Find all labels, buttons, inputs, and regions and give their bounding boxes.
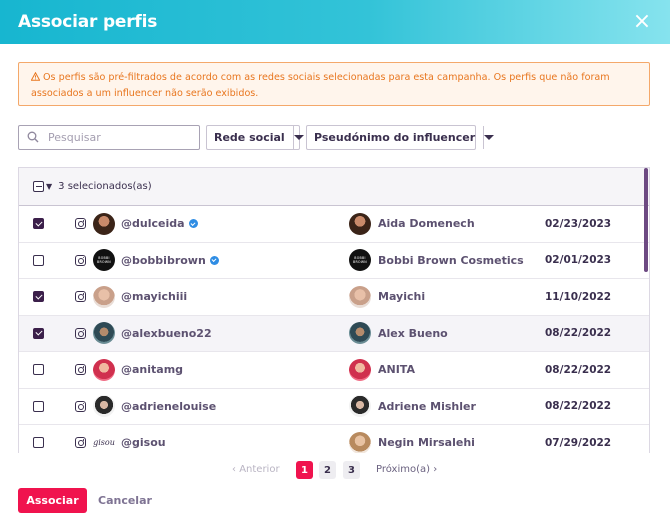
association-date: 11/10/2022 [545, 290, 612, 303]
influencer-avatar [349, 212, 371, 235]
cancel-button[interactable]: Cancelar [98, 494, 152, 507]
table-row[interactable]: @dulceida Aida Domenech 02/23/2023 [19, 206, 649, 243]
table-row[interactable]: gisou @gisou Negin Mirsalehi 07/29/2022 [19, 425, 649, 453]
row-checkbox[interactable] [33, 291, 44, 303]
influencer-avatar [349, 358, 371, 381]
table-body: @dulceida Aida Domenech 02/23/2023 BOBBI BR… [19, 206, 649, 453]
chevron-down-icon [483, 126, 495, 149]
profile-handle: @bobbibrown [121, 254, 219, 267]
profile-handle-text: @bobbibrown [121, 253, 206, 267]
influencer-avatar [349, 322, 371, 345]
verified-badge-icon [209, 255, 219, 265]
next-page-label: Próximo(a) [376, 464, 431, 475]
table-row[interactable]: @adrienelouise Adriene Mishler 08/22/2022 [19, 389, 649, 425]
social-network-dropdown[interactable]: Rede social [206, 125, 304, 150]
next-page-button[interactable]: Próximo(a) › [376, 464, 437, 475]
page-button-2[interactable]: 2 [319, 461, 336, 479]
instagram-icon [75, 218, 86, 230]
scrollbar-thumb[interactable] [644, 168, 648, 272]
social-network-label: Rede social [214, 131, 285, 144]
selected-count: 3 selecionados(as) [58, 181, 152, 192]
association-date: 02/23/2023 [545, 217, 612, 230]
instagram-icon [75, 327, 86, 339]
verified-badge-icon [188, 219, 198, 229]
profiles-table: ▼ 3 selecionados(as) @dulceida Aida Domen… [18, 167, 650, 453]
modal-header: Associar perfis × [0, 0, 670, 44]
page-button-1[interactable]: 1 [296, 461, 313, 479]
association-date: 08/22/2022 [545, 327, 612, 340]
alert-text: Os perfis são pré-filtrados de acordo co… [31, 72, 610, 99]
search-box[interactable] [18, 125, 200, 150]
select-all-toggle[interactable]: ▼ [33, 181, 58, 192]
influencer-name: Negin Mirsalehi [378, 436, 475, 450]
profile-handle: @mayichiii [121, 290, 187, 303]
profile-handle-text: @gisou [121, 436, 166, 450]
influencer-name: ANITA [378, 363, 415, 377]
influencer-avatar [349, 395, 371, 418]
profile-handle-text: @mayichiii [121, 290, 188, 304]
row-checkbox[interactable] [33, 437, 44, 449]
chevron-down-icon [292, 126, 304, 149]
table-header: ▼ 3 selecionados(as) [19, 168, 649, 206]
influencer-avatar [349, 431, 371, 453]
search-icon [27, 128, 39, 147]
table-row[interactable]: @anitamg ANITA 08/22/2022 [19, 352, 649, 389]
influencer-name: Bobbi Brown Cosmetics [378, 253, 524, 267]
profile-handle: @gisou [121, 436, 166, 449]
previous-page-label: Anterior [239, 464, 280, 475]
select-all-checkbox[interactable] [33, 181, 44, 192]
row-checkbox[interactable] [33, 400, 44, 412]
influencer-avatar: BOBBI BROWN [349, 249, 371, 272]
instagram-icon [75, 291, 86, 303]
instagram-icon [75, 437, 86, 449]
warning-alert: Os perfis são pré-filtrados de acordo co… [18, 62, 650, 106]
close-icon[interactable]: × [632, 11, 652, 33]
profile-avatar [93, 395, 115, 418]
influencer-alias-dropdown[interactable]: Pseudónimo do influencer [306, 125, 495, 150]
table-row[interactable]: @mayichiii Mayichi 11/10/2022 [19, 279, 649, 316]
profile-avatar [93, 212, 115, 235]
influencer-name: Aida Domenech [378, 217, 475, 231]
profile-avatar: BOBBI BROWN [93, 249, 115, 272]
profile-avatar [93, 322, 115, 345]
association-date: 02/01/2023 [545, 254, 612, 267]
profile-handle-text: @adrienelouise [121, 399, 217, 413]
association-date: 07/29/2022 [545, 436, 612, 449]
profile-handle-text: @anitamg [121, 363, 184, 377]
profile-handle-text: @dulceida [121, 217, 185, 231]
profile-handle: @anitamg [121, 363, 183, 376]
instagram-icon [75, 400, 86, 412]
chevron-down-icon[interactable]: ▼ [46, 182, 52, 191]
profile-handle: @dulceida [121, 217, 198, 230]
table-row[interactable]: BOBBI BROWN @bobbibrown BOBBI BROWN Bobbi B… [19, 243, 649, 279]
influencer-alias-label: Pseudónimo do influencer [314, 131, 476, 144]
association-date: 08/22/2022 [545, 363, 612, 376]
instagram-icon [75, 254, 86, 266]
row-checkbox[interactable] [33, 254, 44, 266]
influencer-name: Adriene Mishler [378, 399, 476, 413]
modal-title: Associar perfis [18, 12, 158, 32]
influencer-name: Mayichi [378, 290, 426, 304]
profile-avatar [93, 358, 115, 381]
profile-handle-text: @alexbueno22 [121, 326, 212, 340]
pagination: ‹ Anterior 1 2 3 Próximo(a) › [0, 460, 670, 480]
row-checkbox[interactable] [33, 364, 44, 376]
associate-button[interactable]: Associar [18, 488, 87, 513]
instagram-icon [75, 364, 86, 376]
table-row[interactable]: @alexbueno22 Alex Bueno 08/22/2022 [19, 315, 649, 352]
row-checkbox[interactable] [33, 327, 44, 339]
profile-avatar [93, 285, 115, 308]
page-button-3[interactable]: 3 [343, 461, 360, 479]
association-date: 08/22/2022 [545, 400, 612, 413]
search-input[interactable] [48, 131, 188, 144]
influencer-name: Alex Bueno [378, 326, 448, 340]
profile-handle: @alexbueno22 [121, 327, 212, 340]
previous-page-button[interactable]: ‹ Anterior [232, 464, 280, 475]
profile-avatar: gisou [93, 438, 115, 448]
influencer-avatar [349, 285, 371, 308]
warning-icon [30, 71, 41, 86]
profile-handle: @adrienelouise [121, 400, 216, 413]
row-checkbox[interactable] [33, 218, 44, 230]
